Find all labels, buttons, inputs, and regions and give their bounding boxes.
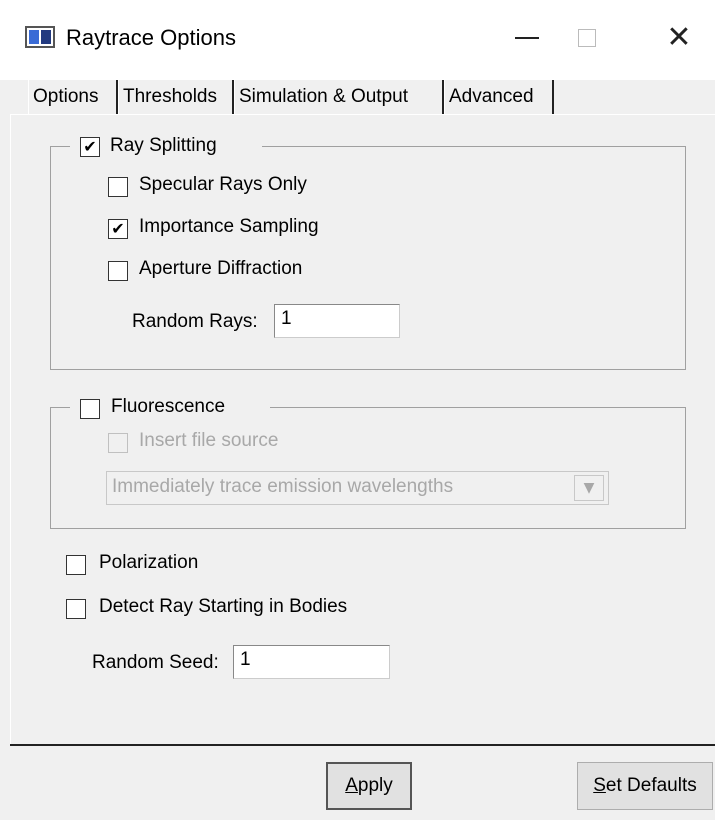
- fluorescence-group: [50, 407, 686, 529]
- tab-advanced-label: Advanced: [449, 86, 534, 107]
- polarization-label[interactable]: Polarization: [99, 552, 198, 574]
- tab-thresholds[interactable]: Thresholds: [118, 80, 234, 114]
- emission-mode-select[interactable]: Immediately trace emission wavelengths ▼: [106, 471, 609, 505]
- random-rays-label: Random Rays:: [132, 311, 258, 332]
- emission-mode-value: Immediately trace emission wavelengths: [112, 476, 454, 497]
- tab-options-label: Options: [33, 86, 99, 107]
- window-title: Raytrace Options: [66, 25, 236, 50]
- specular-rays-only-label[interactable]: Specular Rays Only: [139, 174, 307, 196]
- tab-advanced[interactable]: Advanced: [444, 80, 554, 114]
- importance-sampling-label[interactable]: Importance Sampling: [139, 216, 319, 238]
- maximize-button[interactable]: [560, 18, 614, 58]
- ray-splitting-label[interactable]: Ray Splitting: [110, 135, 217, 157]
- specular-rays-only-checkbox[interactable]: [108, 177, 128, 197]
- insert-file-source-label[interactable]: Insert file source: [139, 430, 278, 452]
- fluorescence-label[interactable]: Fluorescence: [111, 396, 225, 418]
- ray-splitting-checkbox[interactable]: ✔: [80, 137, 100, 157]
- aperture-diffraction-label[interactable]: Aperture Diffraction: [139, 258, 302, 280]
- polarization-checkbox[interactable]: [66, 555, 86, 575]
- fluorescence-checkbox[interactable]: [80, 399, 100, 419]
- detect-ray-bodies-label[interactable]: Detect Ray Starting in Bodies: [99, 596, 347, 618]
- maximize-icon: [578, 29, 596, 47]
- random-rays-input[interactable]: 1: [274, 304, 400, 338]
- random-seed-input[interactable]: 1: [233, 645, 390, 679]
- tab-options[interactable]: Options: [28, 80, 118, 114]
- app-icon: [25, 26, 55, 48]
- checkmark-icon: ✔: [111, 219, 125, 238]
- checkmark-icon: ✔: [83, 137, 97, 156]
- tab-simulation-output[interactable]: Simulation & Output: [234, 80, 444, 114]
- random-seed-label: Random Seed:: [92, 652, 219, 673]
- apply-button[interactable]: Apply: [326, 762, 412, 810]
- close-button[interactable]: ✕: [652, 18, 706, 58]
- minimize-icon: [515, 37, 539, 39]
- dropdown-arrow-icon[interactable]: ▼: [574, 475, 604, 501]
- panel-separator: [10, 744, 715, 746]
- tab-thresholds-label: Thresholds: [123, 86, 217, 107]
- aperture-diffraction-checkbox[interactable]: [108, 261, 128, 281]
- minimize-button[interactable]: [500, 18, 554, 58]
- insert-file-source-checkbox[interactable]: [108, 433, 128, 453]
- importance-sampling-checkbox[interactable]: ✔: [108, 219, 128, 239]
- close-icon: ✕: [666, 20, 692, 55]
- tab-simulation-output-label: Simulation & Output: [239, 86, 408, 107]
- set-defaults-button[interactable]: Set Defaults: [577, 762, 713, 810]
- detect-ray-bodies-checkbox[interactable]: [66, 599, 86, 619]
